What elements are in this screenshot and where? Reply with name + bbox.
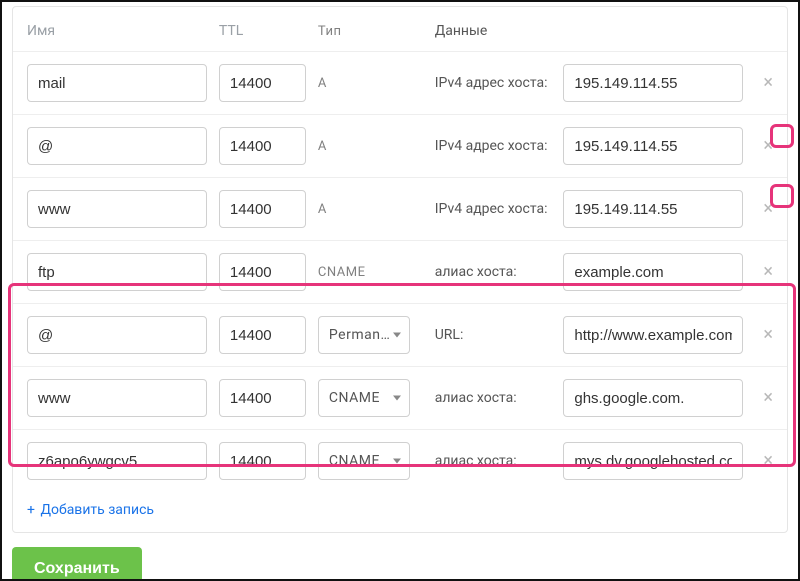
dns-table-header: Имя TTL Тип Данные [13, 7, 787, 51]
record-type-text: A [318, 76, 327, 91]
record-data-input[interactable] [563, 64, 743, 102]
record-type-text: A [318, 139, 327, 154]
header-name-label: Имя [13, 17, 213, 45]
dns-record-row: CNAME алиас хоста: × [13, 366, 787, 429]
record-ttl-input[interactable] [219, 442, 306, 480]
add-record-label: Добавить запись [40, 502, 154, 518]
close-icon: × [763, 389, 773, 407]
record-type-select[interactable]: CNAME [318, 379, 410, 417]
dns-record-row: A IPv4 адрес хоста: × [13, 177, 787, 240]
record-data-input[interactable] [563, 190, 743, 228]
record-type-select[interactable]: Perman… [318, 316, 410, 354]
record-data-input[interactable] [563, 253, 743, 291]
record-type-value: CNAME [329, 390, 380, 406]
record-ttl-input[interactable] [219, 64, 306, 102]
record-type-select[interactable]: CNAME [318, 442, 410, 480]
record-ttl-input[interactable] [219, 316, 306, 354]
close-icon: × [763, 200, 773, 218]
delete-record-button[interactable]: × [756, 71, 780, 95]
delete-record-button[interactable]: × [756, 197, 780, 221]
record-data-label: алиас хоста: [429, 258, 558, 286]
record-data-label: IPv4 адрес хоста: [429, 69, 558, 97]
record-data-label: URL: [429, 321, 558, 349]
record-type-text: A [318, 202, 327, 217]
record-name-input[interactable] [27, 253, 207, 291]
delete-record-button[interactable]: × [756, 260, 780, 284]
record-data-input[interactable] [563, 127, 743, 165]
chevron-down-icon [393, 396, 401, 401]
close-icon: × [763, 137, 773, 155]
record-type-value: Perman… [329, 327, 390, 343]
close-icon: × [763, 263, 773, 281]
dns-record-row: A IPv4 адрес хоста: × [13, 51, 787, 114]
chevron-down-icon [393, 459, 401, 464]
delete-record-button[interactable]: × [756, 323, 780, 347]
add-record-link[interactable]: + Добавить запись [13, 492, 787, 532]
delete-record-button[interactable]: × [756, 449, 780, 473]
delete-record-button[interactable]: × [756, 386, 780, 410]
save-button[interactable]: Сохранить [12, 547, 142, 581]
record-data-label: алиас хоста: [429, 384, 558, 412]
close-icon: × [763, 452, 773, 470]
record-name-input[interactable] [27, 64, 207, 102]
record-ttl-input[interactable] [219, 379, 306, 417]
dns-record-row: CNAME алиас хоста: × [13, 429, 787, 492]
plus-icon: + [27, 502, 35, 518]
record-type-value: CNAME [329, 453, 380, 469]
record-data-input[interactable] [563, 316, 743, 354]
header-type-label: Тип [312, 17, 429, 45]
record-name-input[interactable] [27, 442, 207, 480]
header-data-label: Данные [429, 17, 558, 45]
record-ttl-input[interactable] [219, 253, 306, 291]
record-type-text: CNAME [318, 265, 366, 280]
close-icon: × [763, 74, 773, 92]
record-name-input[interactable] [27, 190, 207, 228]
record-data-label: IPv4 адрес хоста: [429, 195, 558, 223]
record-data-label: алиас хоста: [429, 447, 558, 475]
record-name-input[interactable] [27, 379, 207, 417]
dns-record-row: CNAME алиас хоста: × [13, 240, 787, 303]
record-data-label: IPv4 адрес хоста: [429, 132, 558, 160]
record-ttl-input[interactable] [219, 190, 306, 228]
dns-record-row: Perman… URL: × [13, 303, 787, 366]
record-name-input[interactable] [27, 127, 207, 165]
delete-record-button[interactable]: × [756, 134, 780, 158]
close-icon: × [763, 326, 773, 344]
record-data-input[interactable] [563, 379, 743, 417]
record-name-input[interactable] [27, 316, 207, 354]
chevron-down-icon [393, 333, 401, 338]
record-data-input[interactable] [563, 442, 743, 480]
header-ttl-label: TTL [213, 17, 312, 45]
dns-record-row: A IPv4 адрес хоста: × [13, 114, 787, 177]
record-ttl-input[interactable] [219, 127, 306, 165]
